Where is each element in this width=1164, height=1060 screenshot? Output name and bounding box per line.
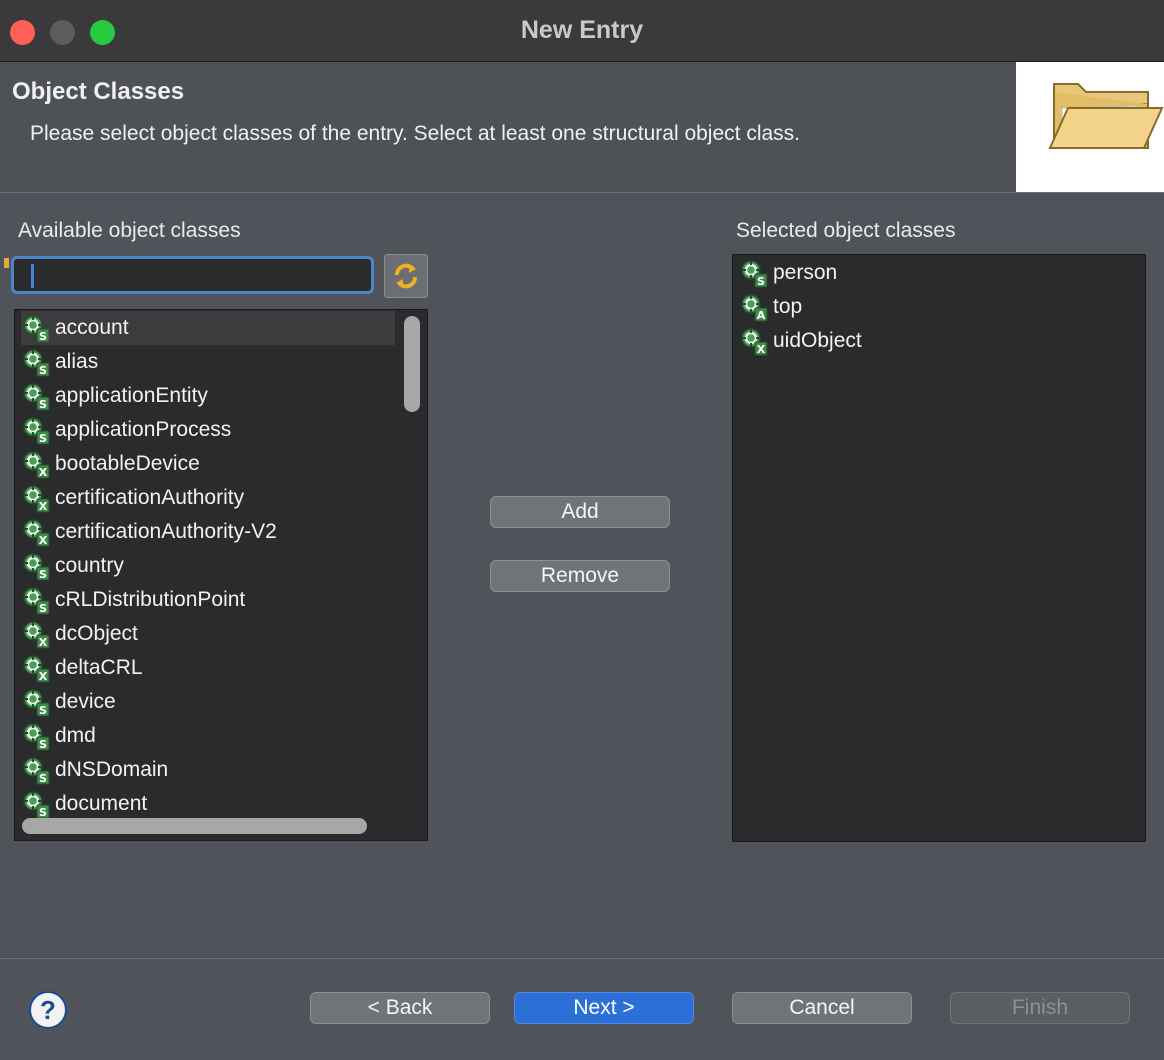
list-item-label: dNSDomain <box>55 758 169 781</box>
svg-text:S: S <box>757 275 765 288</box>
remove-button[interactable]: Remove <box>490 560 670 592</box>
refresh-icon <box>395 263 417 289</box>
list-item[interactable]: Salias <box>21 345 395 379</box>
structural-objectclass-icon: S <box>23 315 50 343</box>
available-classes-list[interactable]: Saccount Salias SapplicationEntity Sapplica… <box>14 309 428 841</box>
filter-decoration-marker <box>4 258 9 268</box>
finish-button: Finish <box>950 992 1130 1024</box>
auxiliary-objectclass-icon: X <box>23 621 50 649</box>
svg-text:X: X <box>39 466 48 479</box>
svg-text:S: S <box>39 364 47 377</box>
svg-text:S: S <box>39 398 47 411</box>
list-item-label: document <box>55 792 148 815</box>
auxiliary-objectclass-icon: X <box>23 451 50 479</box>
svg-text:S: S <box>39 738 47 751</box>
auxiliary-objectclass-icon: X <box>23 485 50 513</box>
list-item[interactable]: SapplicationEntity <box>21 379 395 413</box>
list-item[interactable]: Sdocument <box>21 787 395 821</box>
auxiliary-objectclass-icon: X <box>741 328 768 356</box>
list-item[interactable]: Sdevice <box>21 685 395 719</box>
wizard-header: Object Classes Please select object clas… <box>0 62 1164 193</box>
list-item[interactable]: XcertificationAuthority <box>21 481 395 515</box>
structural-objectclass-icon: S <box>23 723 50 751</box>
abstract-objectclass-icon: A <box>741 294 768 322</box>
page-description: Please select object classes of the entr… <box>30 122 800 145</box>
list-item-label: bootableDevice <box>55 452 200 475</box>
list-item[interactable]: Atop <box>739 290 1129 324</box>
list-item-label: cRLDistributionPoint <box>55 588 246 611</box>
list-item-label: applicationProcess <box>55 418 232 441</box>
list-item[interactable]: Sperson <box>739 256 1129 290</box>
list-item-label: alias <box>55 350 99 373</box>
text-caret <box>31 264 34 288</box>
list-item-label: country <box>55 554 124 577</box>
structural-objectclass-icon: S <box>23 689 50 717</box>
auxiliary-objectclass-icon: X <box>23 655 50 683</box>
back-button[interactable]: < Back <box>310 992 490 1024</box>
footer-divider <box>0 958 1164 959</box>
structural-objectclass-icon: S <box>23 349 50 377</box>
structural-objectclass-icon: S <box>23 553 50 581</box>
list-item-label: deltaCRL <box>55 656 143 679</box>
list-item-label: uidObject <box>773 329 862 352</box>
list-item[interactable]: Scountry <box>21 549 395 583</box>
structural-objectclass-icon: S <box>23 791 50 819</box>
folder-banner-image <box>1016 62 1164 192</box>
svg-text:X: X <box>39 670 48 683</box>
svg-text:S: S <box>39 432 47 445</box>
list-item[interactable]: SapplicationProcess <box>21 413 395 447</box>
open-folder-icon <box>1048 83 1164 149</box>
svg-text:X: X <box>757 343 766 356</box>
list-item[interactable]: Saccount <box>21 311 395 345</box>
available-list-vertical-scrollbar[interactable] <box>404 316 420 412</box>
svg-text:S: S <box>39 330 47 343</box>
available-classes-label: Available object classes <box>18 219 241 242</box>
page-title: Object Classes <box>12 78 185 105</box>
svg-text:S: S <box>39 704 47 717</box>
list-item-label: person <box>773 261 838 284</box>
svg-text:X: X <box>39 636 48 649</box>
structural-objectclass-icon: S <box>23 587 50 615</box>
list-item[interactable]: SdNSDomain <box>21 753 395 787</box>
list-item-label: dmd <box>55 724 96 747</box>
cancel-button[interactable]: Cancel <box>732 992 912 1024</box>
structural-objectclass-icon: S <box>23 383 50 411</box>
list-item-label: certificationAuthority-V2 <box>55 520 277 543</box>
list-item[interactable]: XuidObject <box>739 324 1129 358</box>
structural-objectclass-icon: S <box>741 260 768 288</box>
refresh-button[interactable] <box>384 254 428 298</box>
list-item[interactable]: ScRLDistributionPoint <box>21 583 395 617</box>
structural-objectclass-icon: S <box>23 757 50 785</box>
add-button[interactable]: Add <box>490 496 670 528</box>
structural-objectclass-icon: S <box>23 417 50 445</box>
list-item[interactable]: XdeltaCRL <box>21 651 395 685</box>
list-item-label: top <box>773 295 803 318</box>
list-item-label: account <box>55 316 129 339</box>
next-button[interactable]: Next > <box>514 992 694 1024</box>
selected-classes-label: Selected object classes <box>736 219 956 242</box>
list-item[interactable]: Sdmd <box>21 719 395 753</box>
list-item[interactable]: XbootableDevice <box>21 447 395 481</box>
help-button[interactable]: ? <box>29 991 67 1029</box>
list-item-label: certificationAuthority <box>55 486 245 509</box>
svg-text:S: S <box>39 772 47 785</box>
svg-text:S: S <box>39 602 47 615</box>
list-item[interactable]: XdcObject <box>21 617 395 651</box>
svg-text:A: A <box>757 309 766 322</box>
list-item-label: applicationEntity <box>55 384 208 407</box>
selected-classes-list[interactable]: Sperson Atop XuidObject <box>732 254 1146 842</box>
auxiliary-objectclass-icon: X <box>23 519 50 547</box>
filter-input[interactable] <box>11 256 374 294</box>
window-titlebar: New Entry <box>0 0 1164 62</box>
list-item-label: dcObject <box>55 622 138 645</box>
svg-text:X: X <box>39 534 48 547</box>
svg-text:S: S <box>39 568 47 581</box>
available-list-horizontal-scrollbar[interactable] <box>22 818 367 834</box>
svg-text:X: X <box>39 500 48 513</box>
list-item[interactable]: XcertificationAuthority-V2 <box>21 515 395 549</box>
window-title: New Entry <box>520 16 644 44</box>
list-item-label: device <box>55 690 116 713</box>
